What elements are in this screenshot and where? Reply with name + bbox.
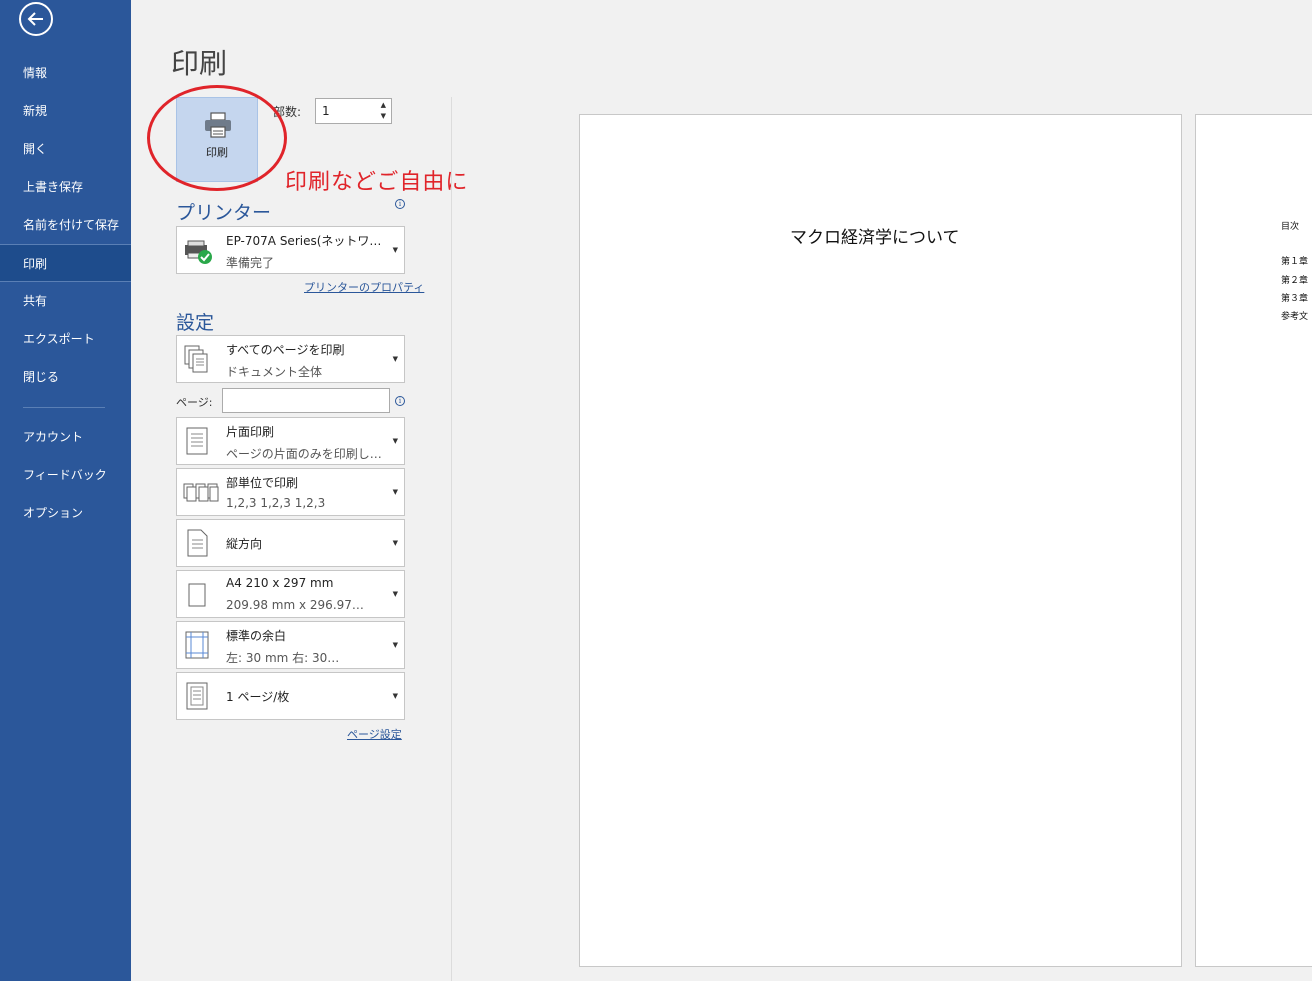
portrait-icon (187, 529, 208, 557)
print-range-detail: ドキュメント全体 (226, 365, 323, 379)
nav-info[interactable]: 情報 (0, 54, 131, 92)
nav-share[interactable]: 共有 (0, 282, 131, 320)
preview-page-text: マクロ経済学について (790, 228, 960, 248)
back-arrow-icon[interactable] (19, 2, 53, 36)
chevron-down-icon: ▼ (392, 539, 398, 547)
margins-label: 標準の余白 (226, 629, 287, 643)
annotation-circle (147, 85, 287, 191)
one-sided-icon (186, 427, 208, 455)
paper-size-detail: 209.98 mm x 296.97… (226, 598, 364, 612)
nav-save[interactable]: 上書き保存 (0, 168, 131, 206)
preview-page-2: 目次 第１章 第２章 第３章 参考文 (1195, 114, 1312, 967)
copies-stepper[interactable]: 1 ▲ ▼ (315, 98, 392, 124)
collate-detail: 1,2,3 1,2,3 1,2,3 (226, 496, 326, 510)
pages-per-sheet-label: 1 ページ/枚 (226, 690, 290, 704)
printer-heading: プリンター (176, 202, 272, 224)
printer-status: 準備完了 (226, 256, 275, 270)
pages-input[interactable] (222, 388, 390, 413)
print-range-label: すべてのページを印刷 (226, 343, 345, 357)
margins-detail: 左: 30 mm 右: 30… (226, 651, 340, 665)
chevron-down-icon: ▼ (392, 590, 398, 598)
pages-per-sheet-dropdown[interactable]: 1 ページ/枚 ▼ (176, 672, 405, 720)
spin-up-icon[interactable]: ▲ (381, 102, 386, 109)
spin-down-icon[interactable]: ▼ (381, 113, 386, 120)
info-icon[interactable]: i (395, 199, 405, 209)
paper-size-dropdown[interactable]: A4 210 x 297 mm 209.98 mm x 296.97… ▼ (176, 570, 405, 618)
printer-dropdown[interactable]: EP-707A Series(ネットワ… 準備完了 ▼ (176, 226, 405, 274)
info-icon[interactable]: i (395, 396, 405, 406)
settings-heading: 設定 (176, 312, 215, 334)
printer-ready-icon (185, 240, 212, 264)
toc-line: 参考文 (1281, 312, 1309, 322)
annotation-text: 印刷などご自由に (285, 170, 469, 195)
panel-divider (451, 97, 452, 981)
nav-new[interactable]: 新規 (0, 92, 131, 130)
margins-dropdown[interactable]: 標準の余白 左: 30 mm 右: 30… ▼ (176, 621, 405, 669)
collate-dropdown[interactable]: 部単位で印刷 1,2,3 1,2,3 1,2,3 ▼ (176, 468, 405, 516)
toc-line: 第２章 (1281, 276, 1309, 286)
orientation-dropdown[interactable]: 縦方向 ▼ (176, 519, 405, 567)
nav-separator (23, 407, 105, 408)
nav-print[interactable]: 印刷 (0, 244, 131, 282)
chevron-down-icon: ▼ (392, 641, 398, 649)
margins-icon (185, 631, 209, 659)
backstage-sidebar: 情報 新規 開く 上書き保存 名前を付けて保存 印刷 共有 エクスポート 閉じる… (0, 0, 131, 981)
print-range-dropdown[interactable]: すべてのページを印刷 ドキュメント全体 ▼ (176, 335, 405, 383)
nav-open[interactable]: 開く (0, 130, 131, 168)
page-per-sheet-icon (186, 682, 208, 710)
collate-label: 部単位で印刷 (226, 476, 299, 490)
printer-name: EP-707A Series(ネットワ… (226, 234, 382, 248)
copies-value: 1 (322, 104, 330, 118)
chevron-down-icon: ▼ (392, 488, 398, 496)
paper-size-icon (188, 583, 206, 607)
sides-detail: ページの片面のみを印刷し… (226, 447, 382, 461)
sides-dropdown[interactable]: 片面印刷 ページの片面のみを印刷し… ▼ (176, 417, 405, 465)
toc-line: 第３章 (1281, 294, 1309, 304)
page-title: 印刷 (171, 47, 228, 80)
sides-label: 片面印刷 (226, 425, 275, 439)
preview-page-1: マクロ経済学について (579, 114, 1182, 967)
nav-account[interactable]: アカウント (0, 418, 131, 456)
toc-line: 第１章 (1281, 257, 1309, 267)
chevron-down-icon: ▼ (392, 246, 398, 254)
nav-feedback[interactable]: フィードバック (0, 456, 131, 494)
paper-size-label: A4 210 x 297 mm (226, 576, 334, 590)
collate-icon (183, 483, 219, 502)
toc-line: 目次 (1281, 222, 1300, 232)
chevron-down-icon: ▼ (392, 437, 398, 445)
pages-icon (184, 345, 208, 373)
orientation-label: 縦方向 (226, 537, 263, 551)
page-setup-link[interactable]: ページ設定 (347, 726, 402, 742)
nav-options[interactable]: オプション (0, 494, 131, 532)
chevron-down-icon: ▼ (392, 355, 398, 363)
nav-export[interactable]: エクスポート (0, 320, 131, 358)
chevron-down-icon: ▼ (392, 692, 398, 700)
printer-properties-link[interactable]: プリンターのプロパティ (304, 279, 424, 295)
nav-close[interactable]: 閉じる (0, 358, 131, 396)
nav-save-as[interactable]: 名前を付けて保存 (0, 206, 131, 244)
pages-label: ページ: (176, 396, 213, 409)
